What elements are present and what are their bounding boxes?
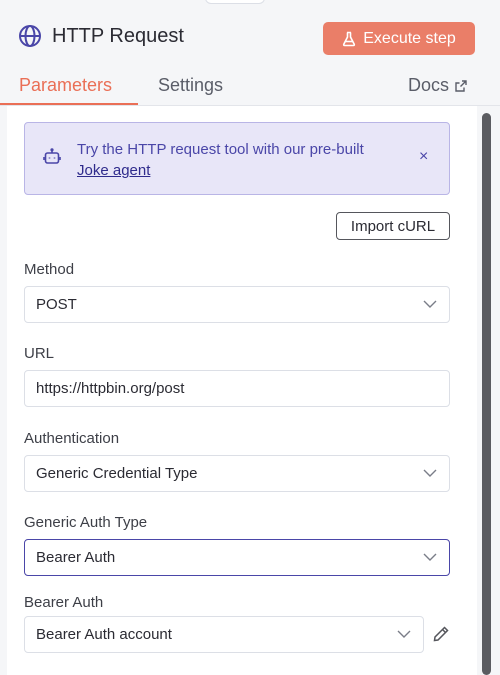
- authentication-label: Authentication: [24, 430, 120, 447]
- chevron-down-icon: [423, 469, 437, 477]
- generic-auth-type-value: Bearer Auth: [36, 549, 116, 566]
- bearer-auth-select[interactable]: Bearer Auth account: [24, 616, 424, 653]
- active-tab-underline: [0, 103, 138, 105]
- tab-parameters[interactable]: Parameters: [19, 75, 112, 96]
- tab-bar: Parameters Settings Docs: [0, 70, 500, 106]
- scrollbar-thumb[interactable]: [482, 113, 491, 675]
- execute-step-button[interactable]: Execute step: [323, 22, 475, 55]
- method-value: POST: [36, 296, 77, 313]
- method-label: Method: [24, 261, 75, 278]
- url-label: URL: [24, 345, 55, 362]
- bearer-auth-value: Bearer Auth account: [36, 626, 172, 643]
- method-select[interactable]: POST: [24, 286, 450, 323]
- generic-auth-type-select[interactable]: Bearer Auth: [24, 539, 450, 576]
- close-icon[interactable]: ×: [419, 149, 428, 165]
- docs-label: Docs: [408, 75, 450, 95]
- bearer-auth-label: Bearer Auth: [24, 594, 104, 611]
- execute-step-label: Execute step: [363, 29, 456, 47]
- external-link-icon: [455, 79, 467, 92]
- authentication-select[interactable]: Generic Credential Type: [24, 455, 450, 492]
- tab-settings[interactable]: Settings: [158, 75, 223, 96]
- pencil-icon[interactable]: [432, 625, 450, 643]
- generic-auth-type-label: Generic Auth Type: [24, 514, 148, 531]
- joke-agent-link[interactable]: Joke agent: [77, 160, 150, 181]
- chevron-down-icon: [423, 553, 437, 561]
- panel-header: HTTP Request Execute step: [0, 0, 500, 70]
- chevron-down-icon: [423, 300, 437, 308]
- url-value: https://httpbin.org/post: [36, 380, 185, 397]
- banner-message: Try the HTTP request tool with our pre-b…: [77, 139, 364, 181]
- banner-text: Try the HTTP request tool with our pre-b…: [77, 141, 364, 158]
- node-panel: HTTP Request Execute step Parameters Set…: [0, 0, 500, 675]
- robot-icon: [43, 148, 61, 164]
- globe-icon: [19, 25, 41, 47]
- page-title: HTTP Request: [52, 25, 184, 47]
- import-curl-button[interactable]: Import cURL: [336, 212, 450, 240]
- chevron-down-icon: [397, 630, 411, 638]
- flask-icon: [343, 31, 356, 46]
- docs-link[interactable]: Docs: [408, 75, 467, 96]
- url-input[interactable]: https://httpbin.org/post: [24, 370, 450, 407]
- authentication-value: Generic Credential Type: [36, 465, 198, 482]
